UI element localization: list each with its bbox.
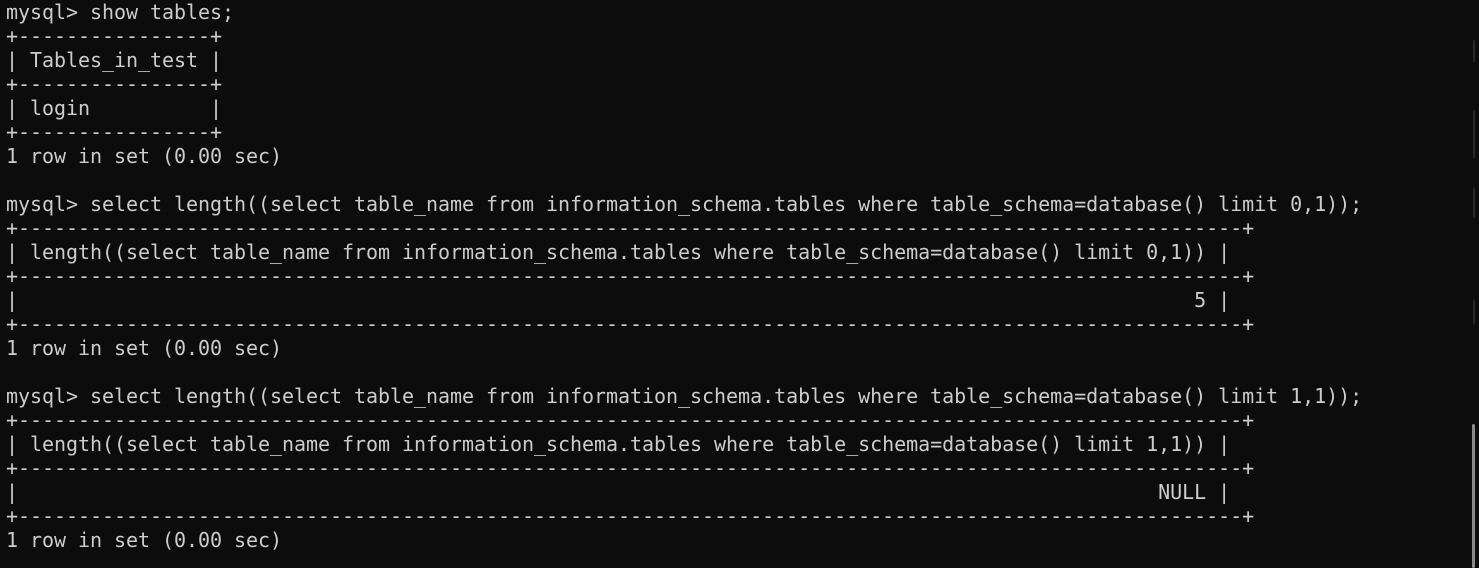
- table-row: | 5 |: [6, 288, 1231, 312]
- scrollbar-thumb[interactable]: [1472, 424, 1475, 568]
- table-border: +----------------+: [6, 24, 223, 48]
- table-border: +----------------+: [6, 72, 223, 96]
- table-row: | login |: [6, 96, 223, 120]
- table-header: | length((select table_name from informa…: [6, 432, 1231, 456]
- result-summary: 1 row in set (0.00 sec): [6, 336, 283, 360]
- result-summary: 1 row in set (0.00 sec): [6, 144, 283, 168]
- table-border: +----------------+: [6, 120, 223, 144]
- terminal-output[interactable]: mysql> show tables; +----------------+ |…: [6, 0, 1465, 568]
- scroll-track-mark: [1473, 40, 1475, 62]
- table-border: +---------------------------------------…: [6, 408, 1255, 432]
- scroll-track-mark: [1473, 110, 1475, 158]
- prompt-line: mysql> show tables;: [6, 0, 235, 24]
- result-summary: 1 row in set (0.00 sec): [6, 528, 283, 552]
- scroll-track-mark: [1473, 300, 1475, 324]
- table-border: +---------------------------------------…: [6, 216, 1255, 240]
- prompt-line: mysql> select length((select table_name …: [6, 384, 1363, 408]
- scroll-track-mark: [1473, 188, 1475, 218]
- table-header: | Tables_in_test |: [6, 48, 223, 72]
- table-border: +---------------------------------------…: [6, 456, 1255, 480]
- prompt-line: mysql> select length((select table_name …: [6, 192, 1363, 216]
- table-header: | length((select table_name from informa…: [6, 240, 1231, 264]
- table-border: +---------------------------------------…: [6, 264, 1255, 288]
- table-border: +---------------------------------------…: [6, 504, 1255, 528]
- vertical-scrollbar[interactable]: [1465, 0, 1479, 568]
- table-border: +---------------------------------------…: [6, 312, 1255, 336]
- table-row: | NULL |: [6, 480, 1231, 504]
